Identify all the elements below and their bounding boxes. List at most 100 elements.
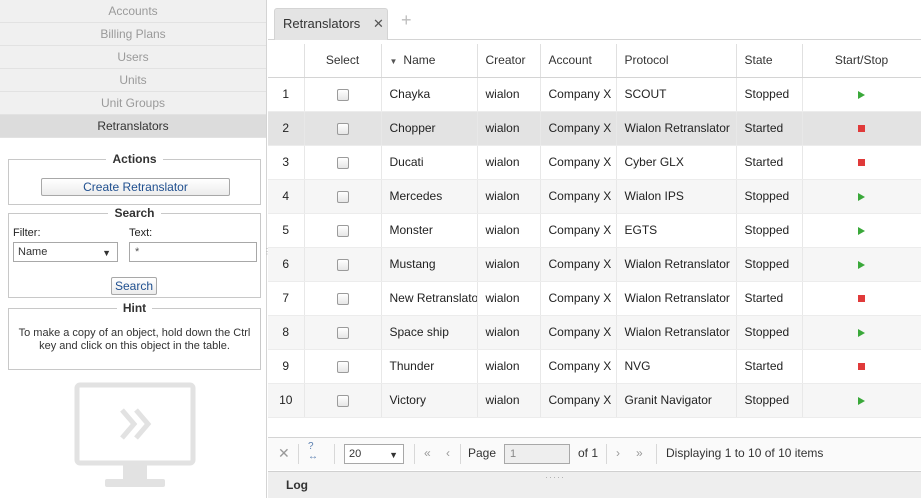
row-start-stop[interactable] [802, 179, 921, 214]
row-number: 7 [268, 281, 305, 316]
row-start-stop[interactable] [802, 77, 921, 112]
create-retranslator-button[interactable]: Create Retranslator [41, 178, 230, 196]
add-tab-icon[interactable]: + [401, 10, 412, 31]
row-start-stop[interactable] [802, 111, 921, 146]
col-header-state[interactable]: State [736, 44, 803, 78]
row-select-checkbox[interactable] [304, 247, 382, 282]
log-resize-grip[interactable]: ····· [530, 472, 580, 482]
row-start-stop[interactable] [802, 145, 921, 180]
prev-page-icon[interactable]: ‹ [446, 446, 450, 460]
sort-desc-icon: ▼ [389, 57, 398, 67]
stop-icon[interactable] [858, 159, 865, 167]
tab-label: Retranslators [283, 16, 361, 31]
checkbox-icon[interactable] [336, 258, 349, 271]
filter-label: Filter: [13, 227, 41, 239]
row-select-checkbox[interactable] [304, 315, 382, 350]
row-protocol: Granit Navigator [616, 383, 737, 418]
table-row[interactable]: 8 Space ship wialon Company X Wialon Retrans… [268, 315, 921, 350]
nav-item-units[interactable]: Units [0, 69, 266, 92]
row-start-stop[interactable] [802, 213, 921, 248]
search-button[interactable]: Search [111, 277, 157, 295]
sidebar-resize-handle[interactable]: ⋮ [263, 248, 271, 256]
row-start-stop[interactable] [802, 281, 921, 316]
row-creator: wialon [477, 145, 541, 180]
play-icon[interactable] [858, 396, 865, 405]
row-select-checkbox[interactable] [304, 349, 382, 384]
text-label: Text: [129, 227, 153, 239]
table-row[interactable]: 10 Victory wialon Company X Granit Navigator… [268, 383, 921, 418]
checkbox-icon[interactable] [336, 122, 349, 135]
row-select-checkbox[interactable] [304, 179, 382, 214]
row-name: Victory [381, 383, 478, 418]
page-size-select[interactable]: 20 ▼ [344, 444, 404, 464]
row-start-stop[interactable] [802, 315, 921, 350]
last-page-icon[interactable]: » [636, 446, 643, 460]
table-row[interactable]: 1 Chayka wialon Company X SCOUT Stopped [268, 77, 921, 112]
table-row[interactable]: 5 Monster wialon Company X EGTS Stopped [268, 213, 921, 248]
row-select-checkbox[interactable] [304, 213, 382, 248]
filter-select[interactable]: Name ▼ [13, 242, 118, 262]
tab-retranslators[interactable]: Retranslators ✕ [274, 8, 388, 40]
table-row[interactable]: 3 Ducati wialon Company X Cyber GLX Started [268, 145, 921, 180]
row-number: 10 [268, 383, 305, 418]
stop-icon[interactable] [858, 363, 865, 371]
page-size-value: 20 [349, 448, 362, 460]
play-icon[interactable] [858, 328, 865, 337]
table-row[interactable]: 9 Thunder wialon Company X NVG Started [268, 349, 921, 384]
row-creator: wialon [477, 77, 541, 112]
nav-item-accounts[interactable]: Accounts [0, 0, 266, 23]
row-account: Company X [540, 145, 617, 180]
row-start-stop[interactable] [802, 247, 921, 282]
stop-icon[interactable] [858, 125, 865, 133]
first-page-icon[interactable]: « [424, 446, 431, 460]
row-select-checkbox[interactable] [304, 281, 382, 316]
checkbox-icon[interactable] [336, 292, 349, 305]
checkbox-icon[interactable] [336, 394, 349, 407]
checkbox-icon[interactable] [336, 224, 349, 237]
row-select-checkbox[interactable] [304, 77, 382, 112]
checkbox-icon[interactable] [336, 190, 349, 203]
nav-item-users[interactable]: Users [0, 46, 266, 69]
close-icon[interactable]: ✕ [373, 9, 384, 39]
checkbox-icon[interactable] [336, 88, 349, 101]
row-name: Ducati [381, 145, 478, 180]
nav-item-billing-plans[interactable]: Billing Plans [0, 23, 266, 46]
checkbox-icon[interactable] [336, 326, 349, 339]
row-name: Chayka [381, 77, 478, 112]
play-icon[interactable] [858, 90, 865, 99]
table-row[interactable]: 7 New Retranslator wialon Company X Wialon R… [268, 281, 921, 316]
play-icon[interactable] [858, 226, 865, 235]
search-text-input[interactable]: * [129, 242, 257, 262]
row-number: 4 [268, 179, 305, 214]
monitor-icon [74, 382, 196, 487]
col-header-creator[interactable]: Creator [477, 44, 541, 78]
row-select-checkbox[interactable] [304, 383, 382, 418]
table-row[interactable]: 2 Chopper wialon Company X Wialon Retranslat… [268, 111, 921, 146]
nav-item-retranslators[interactable]: Retranslators [0, 115, 266, 138]
table-row[interactable]: 4 Mercedes wialon Company X Wialon IPS Stoppe… [268, 179, 921, 214]
col-header-account[interactable]: Account [540, 44, 617, 78]
hint-text: To make a copy of an object, hold down t… [18, 327, 251, 352]
row-number: 9 [268, 349, 305, 384]
log-panel-bar[interactable]: ····· Log [268, 471, 921, 498]
row-start-stop[interactable] [802, 383, 921, 418]
col-header-select[interactable]: Select [304, 44, 382, 78]
row-select-checkbox[interactable] [304, 111, 382, 146]
page-number-input[interactable]: 1 [504, 444, 570, 464]
play-icon[interactable] [858, 260, 865, 269]
stop-icon[interactable] [858, 295, 865, 303]
clear-filter-icon[interactable]: ✕ [278, 445, 290, 462]
row-start-stop[interactable] [802, 349, 921, 384]
col-header-name[interactable]: ▼ Name [381, 44, 478, 78]
sort-options-icon[interactable]: ? ↔ [308, 442, 318, 462]
nav-item-unit-groups[interactable]: Unit Groups [0, 92, 266, 115]
next-page-icon[interactable]: › [616, 446, 620, 460]
row-state: Started [736, 349, 803, 384]
row-account: Company X [540, 315, 617, 350]
checkbox-icon[interactable] [336, 360, 349, 373]
row-select-checkbox[interactable] [304, 145, 382, 180]
checkbox-icon[interactable] [336, 156, 349, 169]
col-header-protocol[interactable]: Protocol [616, 44, 737, 78]
table-row[interactable]: 6 Mustang wialon Company X Wialon Retranslat… [268, 247, 921, 282]
play-icon[interactable] [858, 192, 865, 201]
